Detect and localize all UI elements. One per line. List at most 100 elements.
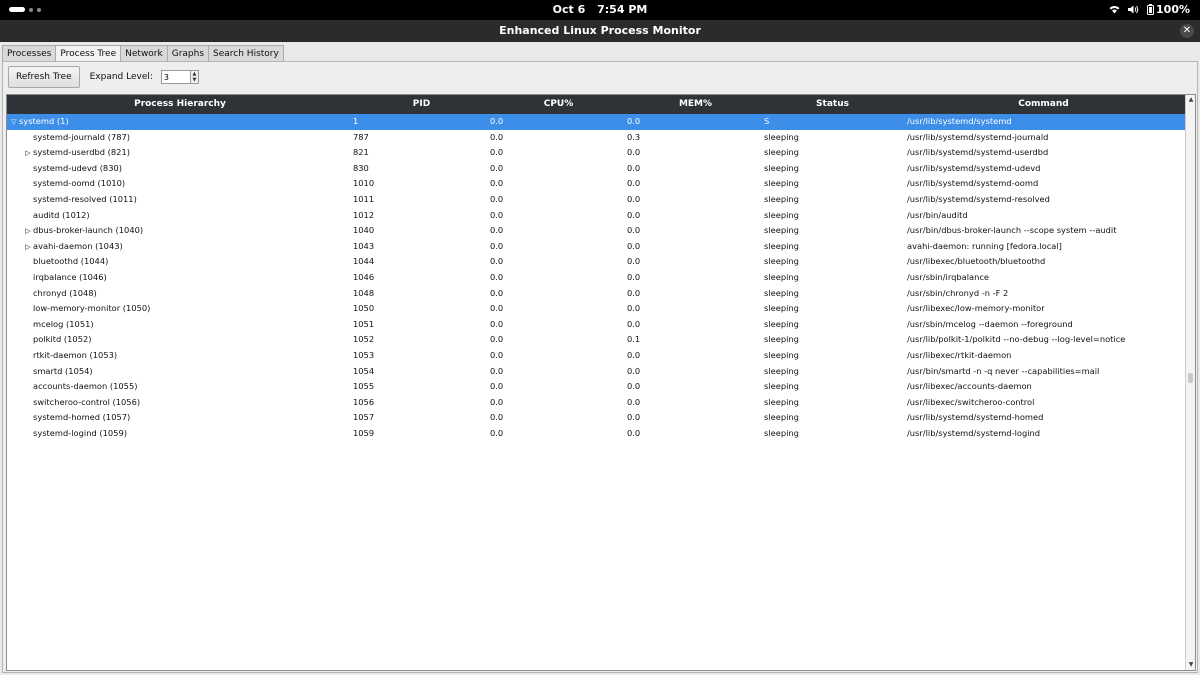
spinbox-arrows: ▲ ▼ bbox=[190, 70, 199, 84]
expand-arrow-icon[interactable]: ▷ bbox=[23, 224, 33, 239]
system-top-bar: Oct 6 7:54 PM 100% bbox=[0, 0, 1200, 20]
tree-row[interactable]: switcheroo-control (1056) 1056 0.0 0.0 sleep… bbox=[7, 395, 1186, 411]
tab-processes[interactable]: Processes bbox=[2, 45, 57, 61]
mem-cell: 0.0 bbox=[627, 209, 641, 220]
spin-down-icon[interactable]: ▼ bbox=[191, 77, 198, 83]
tree-row[interactable]: systemd-homed (1057) 1057 0.0 0.0 sleeping/u… bbox=[7, 410, 1186, 426]
cpu-cell: 0.0 bbox=[490, 396, 504, 407]
tree-row[interactable]: ▷ systemd-userdbd (821) 821 0.0 0.0 sleeping /… bbox=[7, 145, 1186, 161]
cpu-cell: 0.0 bbox=[490, 365, 504, 376]
cpu-cell: 0.0 bbox=[490, 318, 504, 329]
tree-row[interactable]: ▷ dbus-broker-launch (1040) 1040 0.0 0.0 slee… bbox=[7, 223, 1186, 239]
status-cell: sleeping bbox=[764, 178, 799, 189]
scroll-thumb[interactable] bbox=[1188, 373, 1193, 383]
expand-level-spinbox[interactable]: ▲ ▼ bbox=[160, 70, 199, 84]
col-pid-header[interactable]: PID bbox=[353, 95, 490, 114]
pid-cell: 1053 bbox=[353, 349, 375, 360]
command-cell: /usr/bin/auditd bbox=[907, 209, 968, 220]
command-cell: /usr/lib/polkit-1/polkitd --no-debug --l… bbox=[907, 334, 1126, 345]
clock[interactable]: Oct 6 7:54 PM bbox=[0, 3, 1200, 16]
tree-row[interactable]: smartd (1054) 1054 0.0 0.0 sleeping/usr/bin/… bbox=[7, 364, 1186, 380]
tree-row[interactable]: bluetoothd (1044) 1044 0.0 0.0 sleeping/usr/… bbox=[7, 254, 1186, 270]
process-name-cell: ▽ systemd (1) bbox=[7, 114, 347, 130]
cpu-cell: 0.0 bbox=[490, 193, 504, 204]
tree-row[interactable]: systemd-resolved (1011) 1011 0.0 0.0 sleepin… bbox=[7, 192, 1186, 208]
scroll-down-icon[interactable]: ▼ bbox=[1186, 660, 1195, 670]
pid-cell: 821 bbox=[353, 147, 369, 158]
command-cell: /usr/lib/systemd/systemd-logind bbox=[907, 427, 1041, 438]
window-titlebar[interactable]: Enhanced Linux Process Monitor ✕ bbox=[0, 20, 1200, 42]
cpu-cell: 0.0 bbox=[490, 303, 504, 314]
vertical-scrollbar[interactable]: ▲ ▼ bbox=[1185, 95, 1195, 670]
desktop-screen: Oct 6 7:54 PM 100% Enhanced Linux Proces… bbox=[0, 0, 1200, 675]
tree-row[interactable]: auditd (1012) 1012 0.0 0.0 sleeping/usr/bin/… bbox=[7, 208, 1186, 224]
process-name: avahi-daemon (1043) bbox=[33, 240, 123, 251]
expand-arrow-icon[interactable]: ▷ bbox=[23, 240, 33, 255]
tree-row[interactable]: systemd-udevd (830) 830 0.0 0.0 sleeping/usr… bbox=[7, 161, 1186, 177]
process-name: systemd-homed (1057) bbox=[33, 412, 131, 423]
status-cell: sleeping bbox=[764, 381, 799, 392]
process-name-cell: smartd (1054) bbox=[7, 364, 347, 380]
process-name: systemd (1) bbox=[19, 116, 69, 126]
process-name: switcheroo-control (1056) bbox=[33, 396, 141, 407]
expand-arrow-icon[interactable]: ▷ bbox=[23, 146, 33, 161]
tab-search-history[interactable]: Search History bbox=[208, 45, 284, 61]
col-command-header[interactable]: Command bbox=[901, 95, 1186, 114]
tab-process-tree[interactable]: Process Tree bbox=[55, 45, 122, 61]
collapse-arrow-icon[interactable]: ▽ bbox=[9, 115, 19, 130]
tree-row[interactable]: low-memory-monitor (1050) 1050 0.0 0.0 sleep… bbox=[7, 301, 1186, 317]
process-name-cell: mcelog (1051) bbox=[7, 317, 347, 333]
expand-level-input[interactable] bbox=[160, 70, 191, 84]
tab-network[interactable]: Network bbox=[120, 45, 168, 61]
cpu-cell: 0.0 bbox=[490, 162, 504, 173]
refresh-tree-button[interactable]: Refresh Tree bbox=[8, 66, 80, 88]
tree-row[interactable]: rtkit-daemon (1053) 1053 0.0 0.0 sleeping/us… bbox=[7, 348, 1186, 364]
pid-cell: 1010 bbox=[353, 178, 375, 189]
process-name: accounts-daemon (1055) bbox=[33, 381, 138, 392]
tree-row[interactable]: mcelog (1051) 1051 0.0 0.0 sleeping/usr/sbin… bbox=[7, 317, 1186, 333]
tab-bar: Processes Process Tree Network Graphs Search… bbox=[2, 45, 284, 61]
system-tray[interactable]: 100% bbox=[1109, 3, 1190, 16]
tree-row[interactable]: systemd-oomd (1010) 1010 0.0 0.0 sleeping/us… bbox=[7, 176, 1186, 192]
tree-row[interactable]: ▷ avahi-daemon (1043) 1043 0.0 0.0 sleeping av… bbox=[7, 239, 1186, 255]
close-button[interactable]: ✕ bbox=[1180, 24, 1194, 38]
process-name: systemd-oomd (1010) bbox=[33, 178, 126, 189]
tree-row[interactable]: chronyd (1048) 1048 0.0 0.0 sleeping/usr/sbi… bbox=[7, 286, 1186, 302]
battery-status: 100% bbox=[1147, 3, 1190, 16]
status-cell: sleeping bbox=[764, 318, 799, 329]
mem-cell: 0.0 bbox=[627, 318, 641, 329]
tree-row[interactable]: polkitd (1052) 1052 0.0 0.1 sleeping/usr/lib… bbox=[7, 332, 1186, 348]
cpu-cell: 0.0 bbox=[490, 178, 504, 189]
cpu-cell: 0.0 bbox=[490, 225, 504, 236]
command-cell: /usr/lib/systemd/systemd-resolved bbox=[907, 193, 1050, 204]
process-name: systemd-udevd (830) bbox=[33, 162, 123, 173]
command-cell: /usr/lib/systemd/systemd-udevd bbox=[907, 162, 1041, 173]
col-process-hierarchy-header[interactable]: Process Hierarchy bbox=[7, 95, 353, 114]
process-tree-view[interactable]: Process Hierarchy PID CPU% MEM% Status Comman… bbox=[6, 94, 1196, 671]
status-cell: sleeping bbox=[764, 396, 799, 407]
status-cell: sleeping bbox=[764, 147, 799, 158]
col-cpu-header[interactable]: CPU% bbox=[490, 95, 627, 114]
status-cell: sleeping bbox=[764, 240, 799, 251]
tree-row[interactable]: systemd-journald (787) 787 0.0 0.3 sleeping /… bbox=[7, 130, 1186, 146]
tree-row[interactable]: ▽ systemd (1) 1 0.0 0.0 S/usr/lib/systemd/sys… bbox=[7, 114, 1186, 130]
col-status-header[interactable]: Status bbox=[764, 95, 901, 114]
tree-row[interactable]: accounts-daemon (1055) 1055 0.0 0.0 sleeping… bbox=[7, 379, 1186, 395]
col-mem-header[interactable]: MEM% bbox=[627, 95, 764, 114]
status-cell: sleeping bbox=[764, 427, 799, 438]
table-body: ▽ systemd (1) 1 0.0 0.0 S/usr/lib/systemd/sys… bbox=[7, 114, 1186, 441]
command-cell: /usr/sbin/mcelog --daemon --foreground bbox=[907, 318, 1073, 329]
tree-row[interactable]: systemd-logind (1059) 1059 0.0 0.0 sleeping /… bbox=[7, 426, 1186, 442]
scroll-up-icon[interactable]: ▲ bbox=[1186, 95, 1195, 105]
pid-cell: 1055 bbox=[353, 381, 375, 392]
process-name-cell: switcheroo-control (1056) bbox=[7, 395, 347, 411]
pid-cell: 1044 bbox=[353, 256, 375, 267]
status-cell: sleeping bbox=[764, 225, 799, 236]
tab-graphs[interactable]: Graphs bbox=[166, 45, 210, 61]
process-name-cell: systemd-oomd (1010) bbox=[7, 176, 347, 192]
cpu-cell: 0.0 bbox=[490, 256, 504, 267]
process-name: irqbalance (1046) bbox=[33, 271, 107, 282]
pid-cell: 1056 bbox=[353, 396, 375, 407]
tree-row[interactable]: irqbalance (1046) 1046 0.0 0.0 sleeping/usr/… bbox=[7, 270, 1186, 286]
close-icon: ✕ bbox=[1182, 25, 1192, 36]
